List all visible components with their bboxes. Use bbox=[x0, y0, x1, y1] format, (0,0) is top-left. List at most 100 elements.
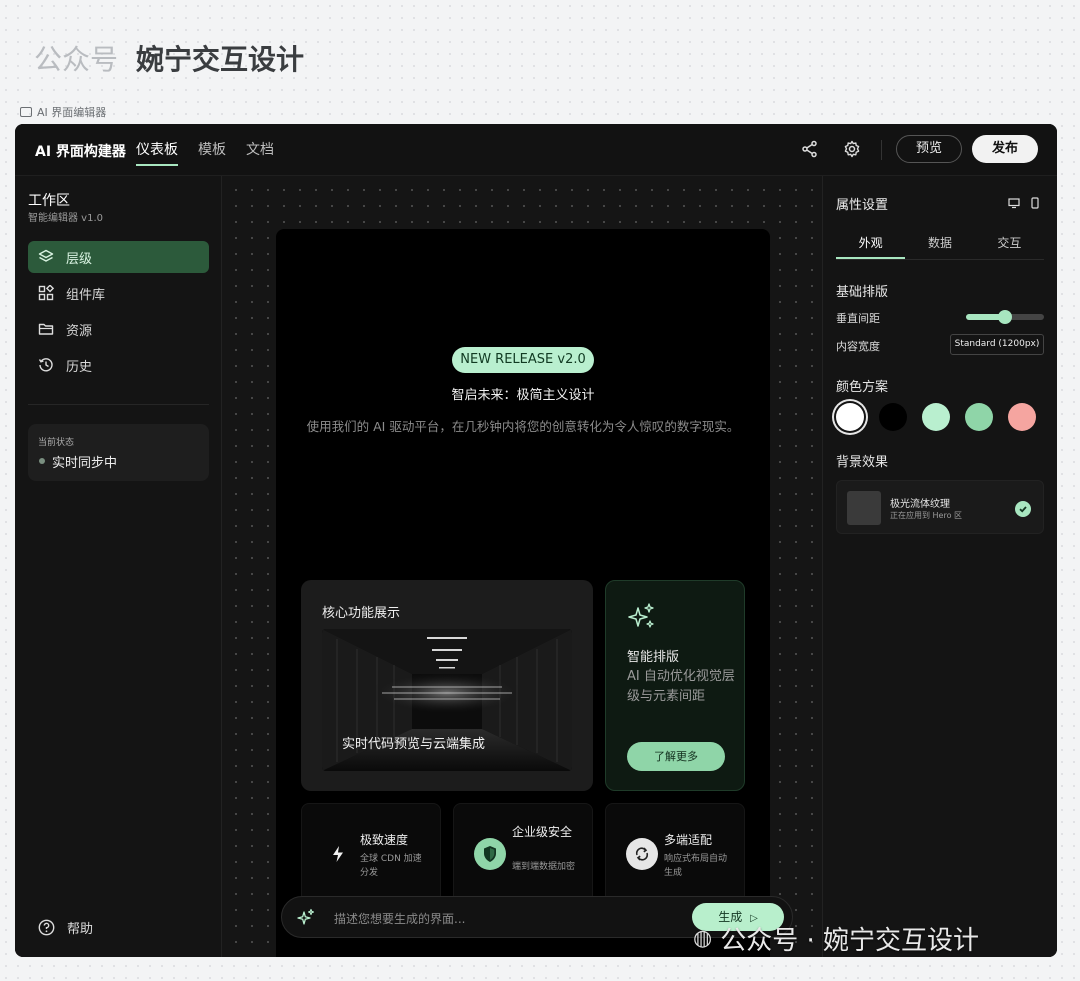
bolt-icon bbox=[322, 838, 354, 870]
content-width-label: 内容宽度 bbox=[836, 340, 880, 353]
properties-panel: 属性设置 外观 数据 交互 基础排版 垂直间距 内容宽度 Standard (1… bbox=[822, 176, 1057, 957]
feature-speed-card[interactable]: 极致速度 全球 CDN 加速分发 bbox=[301, 803, 441, 903]
footer-watermark-text: 公众号 · 婉宁交互设计 bbox=[720, 926, 980, 956]
help-link[interactable]: 帮助 bbox=[38, 918, 93, 937]
sidebar-item-layers[interactable]: 层级 bbox=[28, 241, 209, 273]
color-swatch-1[interactable] bbox=[836, 403, 864, 431]
mini-card-subtitle: 全球 CDN 加速分发 bbox=[360, 854, 422, 878]
properties-tabs: 外观 数据 交互 bbox=[836, 234, 1044, 260]
mini-card-subtitle: 端到端数据加密 bbox=[512, 862, 576, 872]
components-icon bbox=[38, 285, 54, 301]
status-card: 当前状态 实时同步中 bbox=[28, 424, 209, 481]
feature-card[interactable]: 核心功能展示 实时代码预览与云端集成 bbox=[301, 580, 593, 791]
color-section-title: 颜色方案 bbox=[836, 380, 889, 395]
vertical-spacing-slider[interactable] bbox=[966, 310, 1044, 324]
help-label: 帮助 bbox=[67, 922, 94, 937]
sidebar-menu: 层级 组件库 资源 历史 bbox=[28, 241, 209, 385]
nav-docs[interactable]: 文档 bbox=[246, 139, 274, 166]
watermark-name: 婉宁交互设计 bbox=[136, 43, 305, 76]
feature-card-caption: 实时代码预览与云端集成 bbox=[342, 737, 486, 752]
sparkles-icon bbox=[628, 603, 654, 628]
editor-canvas: NEW RELEASE v2.0 智启未来：极简主义设计 使用我们的 AI 驱动… bbox=[222, 176, 822, 957]
sparkles-icon bbox=[297, 908, 315, 925]
smart-layout-card[interactable]: 智能排版 AI 自动优化视觉层级与元素间距 了解更多 bbox=[605, 580, 745, 791]
nav-dashboard[interactable]: 仪表板 bbox=[136, 139, 178, 166]
publish-button[interactable]: 发布 bbox=[972, 135, 1038, 163]
tab-appearance[interactable]: 外观 bbox=[836, 234, 906, 259]
check-icon bbox=[1015, 501, 1031, 517]
color-swatch-2[interactable] bbox=[879, 403, 907, 431]
watermark-prefix: 公众号 bbox=[34, 43, 119, 76]
content-width-select[interactable]: Standard (1200px) bbox=[950, 334, 1044, 355]
feature-responsive-card[interactable]: 多端适配 响应式布局自动生成 bbox=[605, 803, 745, 903]
gear-icon[interactable] bbox=[843, 140, 861, 158]
page-preview[interactable]: NEW RELEASE v2.0 智启未来：极简主义设计 使用我们的 AI 驱动… bbox=[276, 229, 770, 957]
prompt-input[interactable]: 描述您想要生成的界面... bbox=[334, 910, 465, 927]
nav-templates[interactable]: 模板 bbox=[198, 139, 226, 166]
mini-card-title: 企业级安全 bbox=[512, 825, 573, 839]
color-swatch-3[interactable] bbox=[922, 403, 950, 431]
sidebar-divider bbox=[28, 404, 209, 405]
app-title: AI 界面构建器 bbox=[35, 144, 126, 160]
color-swatch-4[interactable] bbox=[965, 403, 993, 431]
sidebar-item-label: 历史 bbox=[66, 359, 93, 375]
bg-thumbnail bbox=[847, 491, 881, 525]
status-dot bbox=[39, 458, 45, 464]
background-effect-card[interactable]: 极光流体纹理 正在应用到 Hero 区 bbox=[836, 480, 1044, 534]
mini-card-title: 多端适配 bbox=[664, 833, 713, 847]
tab-interaction[interactable]: 交互 bbox=[975, 234, 1044, 259]
top-nav: 仪表板 模板 文档 bbox=[136, 139, 274, 166]
wechat-icon: ◍ bbox=[693, 926, 713, 951]
device-toggle bbox=[1008, 197, 1040, 209]
status-text: 实时同步中 bbox=[52, 456, 118, 471]
status-label: 当前状态 bbox=[38, 438, 75, 448]
sidebar-item-resources[interactable]: 资源 bbox=[28, 313, 209, 345]
workspace-subtitle: 智能编辑器 v1.0 bbox=[28, 213, 103, 224]
sidebar-item-history[interactable]: 历史 bbox=[28, 349, 209, 381]
release-badge: NEW RELEASE v2.0 bbox=[452, 347, 594, 373]
shield-icon bbox=[474, 838, 506, 870]
smart-card-title: 智能排版 bbox=[627, 650, 680, 665]
vertical-spacing-label: 垂直间距 bbox=[836, 312, 880, 325]
mini-card-subtitle: 响应式布局自动生成 bbox=[664, 854, 728, 878]
mobile-icon[interactable] bbox=[1030, 197, 1040, 209]
breadcrumb: AI 界面编辑器 bbox=[20, 104, 106, 120]
layers-icon bbox=[38, 249, 54, 262]
breadcrumb-label: AI 界面编辑器 bbox=[37, 106, 107, 119]
app-window: AI 界面构建器 仪表板 模板 文档 预览 发布 工作区 智能编辑器 v1.0 … bbox=[15, 124, 1057, 957]
bg-effect-subtitle: 正在应用到 Hero 区 bbox=[890, 511, 963, 520]
folder-icon bbox=[38, 323, 54, 335]
sidebar-item-label: 资源 bbox=[66, 323, 93, 339]
feature-card-title: 核心功能展示 bbox=[322, 606, 401, 621]
color-swatch-5[interactable] bbox=[1008, 403, 1036, 431]
workspace-title: 工作区 bbox=[28, 193, 70, 209]
topbar-divider bbox=[881, 140, 882, 160]
sync-icon bbox=[626, 838, 658, 870]
bg-section-title: 背景效果 bbox=[836, 455, 889, 470]
history-icon bbox=[38, 358, 53, 372]
hero-title: 智启未来：极简主义设计 bbox=[451, 388, 595, 403]
smart-card-description: AI 自动优化视觉层级与元素间距 bbox=[627, 669, 735, 704]
sidebar-item-label: 层级 bbox=[66, 251, 93, 267]
left-sidebar: 工作区 智能编辑器 v1.0 层级 组件库 资源 历史 当前状态 实时同步中 帮… bbox=[15, 176, 222, 957]
top-bar: AI 界面构建器 仪表板 模板 文档 预览 发布 bbox=[15, 124, 1057, 176]
window-icon bbox=[20, 107, 32, 117]
slider-thumb[interactable] bbox=[998, 310, 1012, 324]
share-icon[interactable] bbox=[801, 140, 819, 158]
hero-description: 使用我们的 AI 驱动平台，在几秒钟内将您的创意转化为令人惊叹的数字现实。 bbox=[306, 419, 740, 434]
color-swatches bbox=[836, 403, 1036, 431]
server-corridor-image: 实时代码预览与云端集成 bbox=[322, 629, 572, 771]
mini-card-title: 极致速度 bbox=[360, 833, 409, 847]
layout-section-title: 基础排版 bbox=[836, 285, 889, 300]
sidebar-item-components[interactable]: 组件库 bbox=[28, 277, 209, 309]
preview-button[interactable]: 预览 bbox=[896, 135, 962, 163]
learn-more-button[interactable]: 了解更多 bbox=[627, 742, 725, 771]
properties-title: 属性设置 bbox=[836, 198, 889, 213]
desktop-icon[interactable] bbox=[1008, 197, 1020, 209]
feature-security-card[interactable]: 企业级安全 端到端数据加密 bbox=[453, 803, 593, 903]
tab-data[interactable]: 数据 bbox=[905, 234, 974, 259]
top-actions bbox=[801, 140, 861, 158]
watermark-header: 公众号 婉宁交互设计 bbox=[34, 38, 304, 78]
bg-effect-name: 极光流体纹理 bbox=[890, 499, 950, 510]
footer-watermark: ◍ 公众号 · 婉宁交互设计 bbox=[693, 920, 979, 957]
